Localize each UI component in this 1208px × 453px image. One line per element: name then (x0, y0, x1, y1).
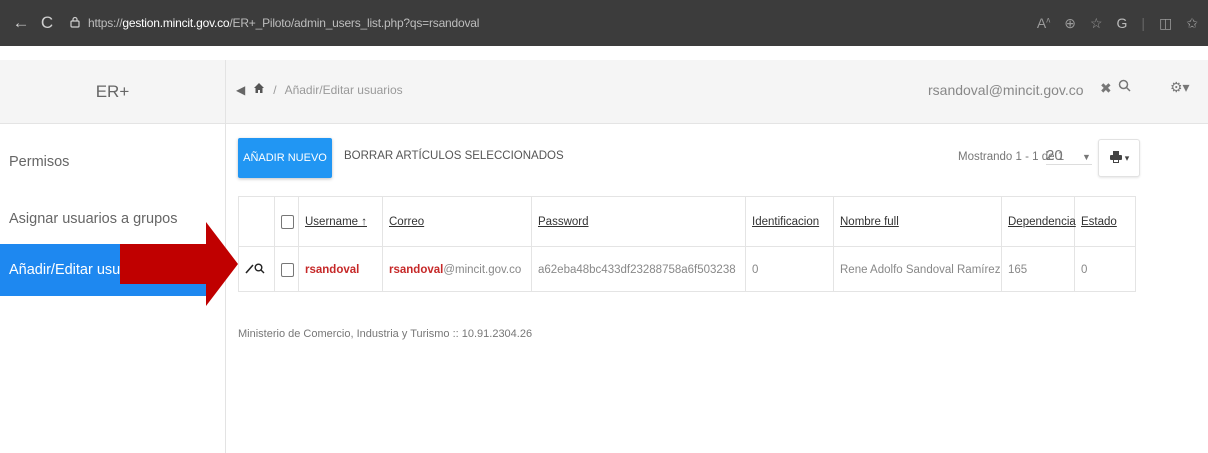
column-header-identificacion[interactable]: Identificacion (746, 197, 834, 246)
column-header-estado[interactable]: Estado (1075, 197, 1135, 246)
row-checkbox-cell (275, 247, 299, 292)
row-checkbox[interactable] (281, 262, 294, 277)
footer-version: Ministerio de Comercio, Industria y Turi… (238, 328, 533, 340)
extension-icon[interactable]: G (1117, 15, 1128, 31)
app-header: ER+ ◀ / Añadir/Editar usuarios rsandoval… (0, 60, 1208, 124)
cell-correo: rsandoval @mincit.gov.co (383, 247, 532, 292)
breadcrumb-current: Añadir/Editar usuarios (284, 82, 403, 97)
search-icon[interactable] (1118, 79, 1131, 96)
favorites-icon[interactable]: ✩ (1186, 15, 1198, 32)
back-arrow-icon[interactable]: ← (8, 13, 34, 33)
column-header-password[interactable]: Password (532, 197, 746, 246)
breadcrumb-separator: / (273, 82, 277, 97)
url-scheme: https:// (88, 16, 123, 30)
cell-username[interactable]: rsandoval (299, 247, 383, 292)
divider: | (1141, 15, 1146, 31)
column-header-nombre-full[interactable]: Nombre full (834, 197, 1002, 246)
users-table: Username ↑ Correo Password Identificacio… (238, 196, 1136, 292)
browser-actions: Aʌ ⊕ ☆ G | ◫ ✩ (1037, 15, 1198, 32)
read-aloud-icon[interactable]: Aʌ (1037, 15, 1050, 31)
column-header-dependencia[interactable]: Dependencia (1002, 197, 1076, 246)
zoom-icon[interactable]: ⊕ (1064, 15, 1076, 32)
header-checkbox-cell (275, 197, 299, 246)
cell-nombre-full: Rene Adolfo Sandoval Ramírez (834, 247, 1002, 292)
home-icon[interactable] (253, 82, 265, 97)
view-search-icon[interactable] (254, 262, 265, 277)
browser-toolbar: ← C https:// gestion.mincit.gov.co /ER+_… (0, 0, 1208, 46)
print-button[interactable]: ▾ (1098, 139, 1140, 177)
address-bar[interactable]: https:// gestion.mincit.gov.co /ER+_Pilo… (70, 8, 479, 38)
correo-match: rsandoval (389, 263, 444, 276)
favorite-star-icon[interactable]: ☆ (1090, 15, 1103, 32)
cell-password: a62eba48bc433df23288758a6f503238 (532, 247, 746, 292)
settings-gear-icon[interactable]: ⚙▾ (1170, 79, 1190, 96)
reload-icon[interactable]: C (34, 13, 60, 33)
table-header-row: Username ↑ Correo Password Identificacio… (239, 197, 1135, 247)
url-host: gestion.mincit.gov.co (122, 16, 230, 30)
chevron-down-icon: ▾ (1124, 152, 1130, 163)
clear-search-icon[interactable]: ✖ (1100, 80, 1112, 97)
username-value: rsandoval (305, 263, 360, 276)
column-header-username[interactable]: Username ↑ (299, 197, 383, 246)
delete-selected-button[interactable]: BORRAR ARTÍCULOS SELECCIONADOS (344, 150, 564, 162)
lock-icon (70, 16, 80, 31)
row-actions-cell (239, 247, 275, 292)
dropdown-caret-icon[interactable]: ▼ (1082, 152, 1091, 162)
edit-pencil-icon[interactable] (245, 262, 254, 277)
split-screen-icon[interactable]: ◫ (1159, 15, 1172, 32)
header-actions-cell (239, 197, 275, 246)
cell-dependencia: 165 (1002, 247, 1075, 292)
sidebar-item-label: Añadir/Editar usua (9, 262, 129, 278)
table-row: rsandoval rsandoval @mincit.gov.co a62eba… (239, 247, 1135, 292)
printer-icon (1109, 150, 1125, 167)
brand-text: ER+ (95, 82, 130, 101)
cell-estado: 0 (1081, 263, 1088, 276)
select-all-checkbox[interactable] (281, 214, 294, 229)
cell-identificacion: 0 (746, 247, 834, 292)
sidebar-item-permisos[interactable]: Permisos (0, 137, 226, 187)
red-arrow-annotation (120, 222, 238, 306)
url-path: /ER+_Piloto/admin_users_list.php?qs=rsan… (229, 16, 480, 30)
add-new-button[interactable]: AÑADIR NUEVO (238, 138, 332, 178)
collapse-sidebar-icon[interactable]: ◀ (236, 83, 245, 97)
sidebar-item-label: Permisos (9, 154, 70, 170)
brand-logo[interactable]: ER+ (0, 60, 226, 124)
breadcrumb: ◀ / Añadir/Editar usuarios (236, 82, 403, 97)
column-header-correo[interactable]: Correo (383, 197, 532, 246)
correo-domain: @mincit.gov.co (443, 263, 522, 276)
search-input[interactable]: rsandoval@mincit.gov.co (928, 82, 1084, 98)
